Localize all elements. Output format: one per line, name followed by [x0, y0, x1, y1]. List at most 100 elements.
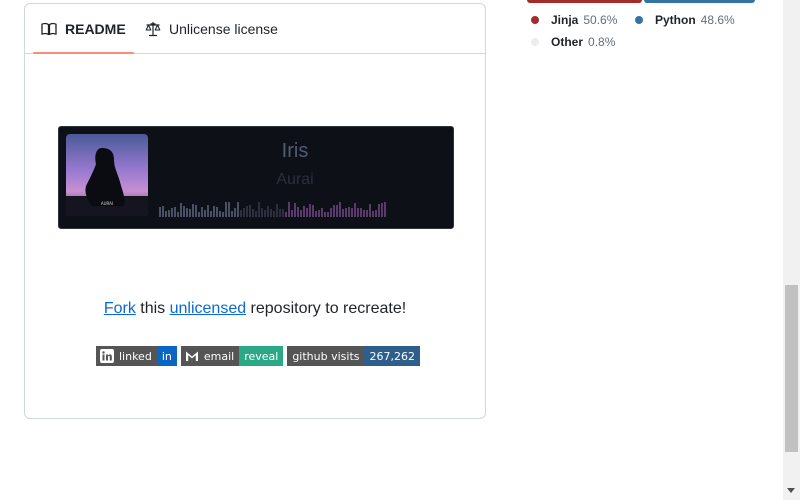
waveform-bar — [240, 210, 242, 217]
gmail-icon — [180, 346, 199, 366]
waveform-bar — [213, 206, 215, 217]
waveform-bar — [198, 212, 200, 217]
waveform-bar — [339, 202, 341, 217]
waveform-bar — [345, 208, 347, 217]
track-title: Iris — [281, 140, 309, 162]
waveform-bar — [255, 211, 257, 217]
waveform-bar — [285, 212, 287, 217]
waveform-bar — [330, 208, 332, 217]
book-icon — [41, 22, 57, 35]
waveform-bar — [351, 208, 353, 217]
badges: linked in email reveal github visits 267… — [96, 346, 420, 366]
waveform-bar — [312, 205, 314, 217]
waveform-bar — [357, 208, 359, 217]
page-scrollbar[interactable] — [783, 0, 800, 500]
waveform-bar — [276, 204, 278, 217]
waveform-bar — [237, 202, 239, 217]
waveform-bar — [234, 208, 236, 217]
music-player[interactable]: AURAI Iris Aurai — [58, 126, 454, 229]
waveform-bar — [216, 207, 218, 217]
waveform-bar — [279, 209, 281, 217]
waveform-bar — [252, 209, 254, 217]
waveform-bar — [222, 212, 224, 217]
tab-readme[interactable]: README — [33, 4, 134, 54]
waveform-bar — [258, 202, 260, 217]
jinja-dot-icon — [531, 16, 539, 24]
waveform-bar — [174, 207, 176, 217]
waveform-bar — [195, 205, 197, 217]
tab-readme-label: README — [65, 20, 126, 37]
waveform-bar — [204, 210, 206, 217]
waveform-bar — [261, 208, 263, 217]
waveform-bar — [192, 204, 194, 217]
waveform-bar — [342, 209, 344, 217]
waveform-bar — [384, 202, 386, 217]
tab-license-label: Unlicense license — [169, 20, 278, 37]
waveform-bar — [171, 208, 173, 217]
language-bar-jinja — [527, 0, 642, 3]
tab-license[interactable]: Unlicense license — [145, 4, 278, 53]
waveform-bar — [180, 203, 182, 217]
waveform-bar — [375, 210, 377, 217]
waveform-bar — [249, 205, 251, 217]
python-dot-icon — [635, 16, 643, 24]
scrollbar-thumb[interactable] — [785, 285, 798, 452]
language-python[interactable]: Python 48.6% — [635, 13, 735, 27]
waveform-bar — [303, 206, 305, 217]
waveform-bar — [177, 212, 179, 217]
fork-link[interactable]: Fork — [104, 300, 136, 317]
waveform-bar — [288, 202, 290, 217]
cover-text: AURAI — [101, 201, 113, 206]
waveform-bar — [369, 204, 371, 217]
waveform-bar — [225, 202, 227, 217]
waveform-bar — [159, 207, 161, 217]
language-other[interactable]: Other 0.8% — [531, 35, 615, 49]
unlicensed-link[interactable]: unlicensed — [170, 300, 247, 317]
readme-card: README Unlicense license AURAI Iris Aura… — [24, 3, 486, 419]
waveform-bar — [243, 208, 245, 217]
waveform-bar — [168, 210, 170, 217]
language-jinja[interactable]: Jinja 50.6% — [531, 13, 617, 27]
waveform-bar — [162, 206, 164, 217]
waveform-bar — [363, 210, 365, 217]
waveform-bar — [378, 204, 380, 217]
waveform-bar — [270, 209, 272, 217]
scroll-down-arrow-icon[interactable] — [787, 488, 795, 493]
waveform-bar — [315, 211, 317, 217]
waveform-bar — [372, 211, 374, 217]
scale-icon — [145, 21, 161, 36]
waveform — [159, 202, 386, 217]
waveform-bar — [348, 207, 350, 217]
language-bar-python — [644, 0, 755, 3]
linkedin-icon — [96, 346, 114, 366]
waveform-bar — [333, 205, 335, 217]
waveform-bar — [306, 208, 308, 217]
waveform-bar — [297, 207, 299, 217]
album-cover: AURAI — [66, 134, 148, 216]
readme-tabbar: README Unlicense license — [25, 4, 485, 54]
waveform-bar — [228, 202, 230, 217]
waveform-bar — [366, 210, 368, 217]
waveform-bar — [321, 208, 323, 217]
waveform-bar — [186, 208, 188, 217]
waveform-bar — [273, 211, 275, 217]
waveform-bar — [324, 212, 326, 217]
waveform-bar — [219, 211, 221, 217]
waveform-bar — [294, 203, 296, 217]
track-artist: Aurai — [276, 171, 314, 188]
waveform-bar — [210, 211, 212, 217]
linkedin-badge[interactable]: linked in — [96, 346, 177, 366]
visits-badge[interactable]: github visits 267,262 — [287, 346, 420, 366]
waveform-bar — [231, 211, 233, 217]
waveform-bar — [165, 211, 167, 217]
waveform-bar — [318, 210, 320, 217]
waveform-bar — [300, 210, 302, 217]
waveform-bar — [291, 210, 293, 217]
fork-line: Fork this unlicensed repository to recre… — [103, 300, 407, 317]
waveform-bar — [309, 204, 311, 217]
waveform-bar — [183, 206, 185, 217]
waveform-bar — [267, 206, 269, 217]
waveform-bar — [246, 206, 248, 217]
waveform-bar — [354, 203, 356, 217]
email-badge[interactable]: email reveal — [180, 346, 284, 366]
